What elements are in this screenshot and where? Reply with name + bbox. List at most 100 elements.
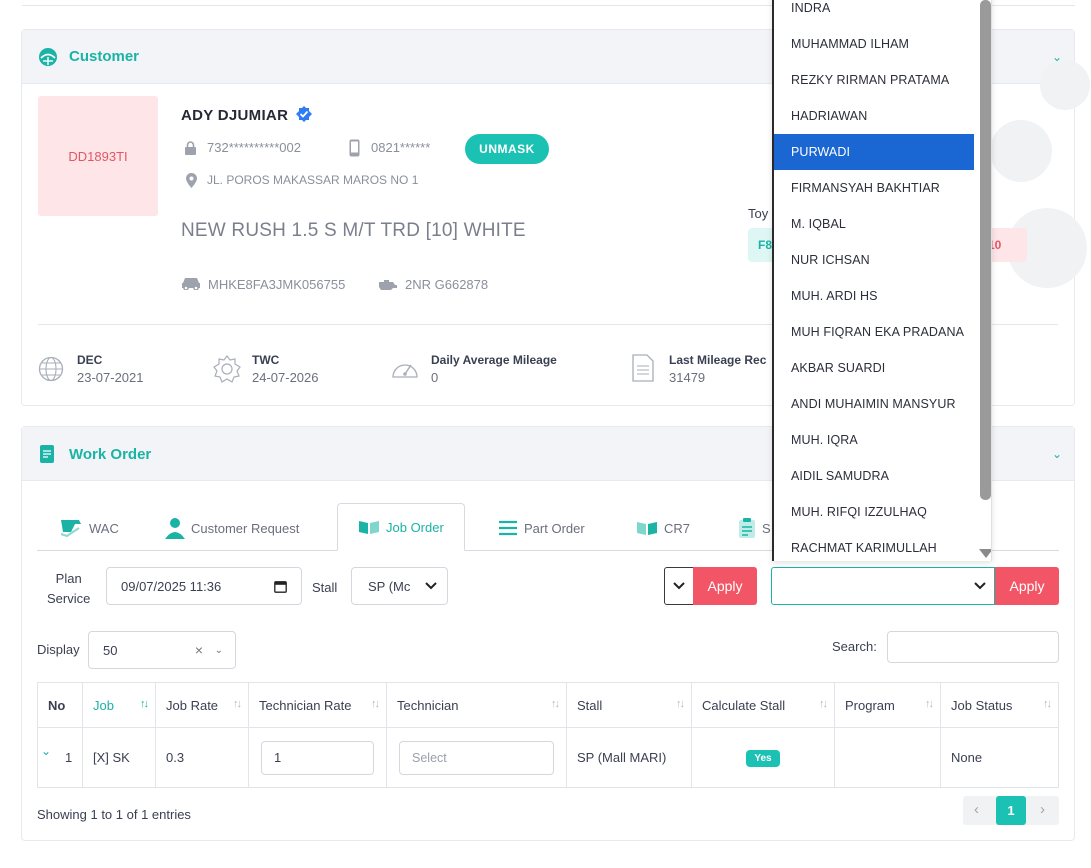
technician-rate-value: 1 <box>274 750 282 765</box>
technician-dropdown-list[interactable]: INDRA MUHAMMAD ILHAM REZKY RIRMAN PRATAM… <box>772 0 992 561</box>
dropdown-option[interactable]: MUH. RIFQI IZZULHAQ <box>774 494 974 530</box>
side-brand-label: Toy <box>748 206 769 221</box>
dropdown-option[interactable]: NUR ICHSAN <box>774 242 974 278</box>
stat-dec-value: 23-07-2021 <box>77 370 144 385</box>
clear-icon[interactable]: × <box>195 642 203 658</box>
dropdown-option[interactable]: REZKY RIRMAN PRATAMA <box>774 62 974 98</box>
header-technician[interactable]: Technician ↑↓ <box>386 682 567 728</box>
dropdown-option-selected[interactable]: PURWADI <box>774 134 974 170</box>
stat-daily-mileage-label: Daily Average Mileage <box>431 353 557 367</box>
book-icon <box>637 522 657 535</box>
document-icon <box>632 354 654 387</box>
speedometer-icon <box>390 355 420 386</box>
dropdown-option[interactable]: INDRA <box>774 0 974 26</box>
vin-number: MHKE8FA3JMK056755 <box>208 277 346 292</box>
tab-part-order-label: Part Order <box>524 520 585 536</box>
license-plate-box: DD1893TI <box>38 96 158 216</box>
tab-customer-request-label: Customer Request <box>191 520 300 536</box>
pagination-page-1[interactable]: 1 <box>996 796 1026 825</box>
apply-button-1[interactable]: Apply <box>693 567 757 605</box>
header-stall[interactable]: Stall ↑↓ <box>566 682 692 728</box>
phone-icon <box>349 139 360 162</box>
unmask-button[interactable]: UNMASK <box>465 134 549 164</box>
tab-customer-request[interactable]: Customer Request <box>165 505 299 551</box>
dropdown-option[interactable]: RACHMAT KARIMULLAH <box>774 530 974 561</box>
dropdown-option[interactable]: MUH. ARDI HS <box>774 278 974 314</box>
dropdown-option[interactable]: HADRIAWAN <box>774 98 974 134</box>
header-technician-rate[interactable]: Technician Rate ↑↓ <box>248 682 387 728</box>
side-badge-left-text: F8 <box>758 238 773 252</box>
sort-icon: ↑↓ <box>233 698 242 710</box>
table-row: ⌄ 1 [X] SK 0.3 1 Select SP (Mall MARI) Y… <box>37 727 1059 788</box>
pagination-prev-button[interactable]: ‹ <box>974 801 979 818</box>
technician-select[interactable]: Select <box>399 740 554 775</box>
dropdown-option[interactable]: FIRMANSYAH BAKHTIAR <box>774 170 974 206</box>
stat-twc-value: 24-07-2026 <box>252 370 319 385</box>
tab-s[interactable]: S <box>738 505 771 551</box>
stat-dec-label: DEC <box>77 353 103 367</box>
dropdown-scrollbar[interactable] <box>980 0 991 500</box>
cell-job-status: None <box>940 727 1059 788</box>
search-input[interactable] <box>887 631 1059 663</box>
sort-icon: ↑↓ <box>676 698 685 710</box>
mid-select[interactable] <box>664 567 694 605</box>
cell-technician: Select <box>386 727 567 788</box>
stat-dec: DEC 23-07-2021 <box>77 353 144 385</box>
search-label: Search: <box>832 639 877 654</box>
header-job-rate[interactable]: Job Rate ↑↓ <box>155 682 249 728</box>
stall-select[interactable]: SP (Mc <box>351 567 448 605</box>
sort-icon: ↑↓ <box>925 698 934 710</box>
dropdown-option[interactable]: MUH FIQRAN EKA PRADANA <box>774 314 974 350</box>
calculate-stall-badge: Yes <box>746 749 780 767</box>
engine-icon <box>377 278 397 296</box>
license-plate: DD1893TI <box>68 148 128 164</box>
header-job-status[interactable]: Job Status ↑↓ <box>940 682 1059 728</box>
work-order-collapse-chevron-icon[interactable]: ⌄ <box>1052 447 1062 461</box>
customer-phone-masked: 0821****** <box>371 140 431 155</box>
decor-circle <box>1040 60 1090 110</box>
engine-number: 2NR G662878 <box>405 277 489 292</box>
dropdown-option[interactable]: MUH. IQRA <box>774 422 974 458</box>
expand-row-chevron-icon[interactable]: ⌄ <box>41 744 51 758</box>
pagination-next-button[interactable]: › <box>1040 801 1045 818</box>
stat-last-mileage-label: Last Mileage Rec <box>669 353 767 367</box>
sort-icon: ↑↓ <box>140 698 149 710</box>
list-lines-icon <box>499 520 517 536</box>
chevron-down-icon: ⌄ <box>214 644 223 656</box>
cell-technician-rate: 1 <box>248 727 387 788</box>
book-open-icon <box>359 521 379 534</box>
customer-name: ADY DJUMIAR <box>181 106 312 124</box>
header-program[interactable]: Program ↑↓ <box>834 682 941 728</box>
dropdown-option[interactable]: AIDIL SAMUDRA <box>774 458 974 494</box>
tab-cr7[interactable]: CR7 <box>636 505 690 551</box>
technician-bulk-select[interactable] <box>771 567 995 605</box>
apply-button-2[interactable]: Apply <box>995 567 1059 605</box>
vehicle-description: NEW RUSH 1.5 S M/T TRD [10] WHITE <box>181 220 526 241</box>
scroll-down-arrow-icon[interactable] <box>979 549 991 558</box>
tab-s-label: S <box>762 520 771 536</box>
chevron-down-icon <box>974 582 986 590</box>
tab-part-order[interactable]: Part Order <box>498 505 585 551</box>
display-count-select[interactable]: 50 × ⌄ <box>88 631 236 669</box>
dropdown-option[interactable]: AKBAR SUARDI <box>774 350 974 386</box>
tab-wac[interactable]: WAC <box>59 505 119 551</box>
dropdown-option[interactable]: ANDI MUHAIMIN MANSYUR <box>774 386 974 422</box>
tab-wac-label: WAC <box>89 520 119 536</box>
stat-last-mileage: Last Mileage Rec 31479 <box>669 353 766 385</box>
header-calculate-stall-label: Calculate Stall <box>702 697 786 713</box>
header-job[interactable]: Job ↑↓ <box>82 682 156 728</box>
tab-job-order-label: Job Order <box>386 519 444 535</box>
technician-rate-input[interactable]: 1 <box>261 740 374 775</box>
header-calculate-stall[interactable]: Calculate Stall ↑↓ <box>691 682 835 728</box>
plan-service-datetime-input[interactable]: 09/07/2025 11:36 <box>106 567 302 605</box>
header-no[interactable]: No <box>37 682 83 728</box>
calendar-icon[interactable] <box>274 580 287 593</box>
sort-icon: ↑↓ <box>371 698 380 710</box>
tab-job-order[interactable]: Job Order <box>337 503 465 551</box>
header-job-status-label: Job Status <box>951 697 1013 713</box>
cell-no: ⌄ 1 <box>37 727 83 788</box>
dropdown-option[interactable]: MUHAMMAD ILHAM <box>774 26 974 62</box>
dropdown-option[interactable]: M. IQBAL <box>774 206 974 242</box>
stat-daily-mileage-value: 0 <box>431 370 439 385</box>
cell-job-rate: 0.3 <box>155 727 249 788</box>
